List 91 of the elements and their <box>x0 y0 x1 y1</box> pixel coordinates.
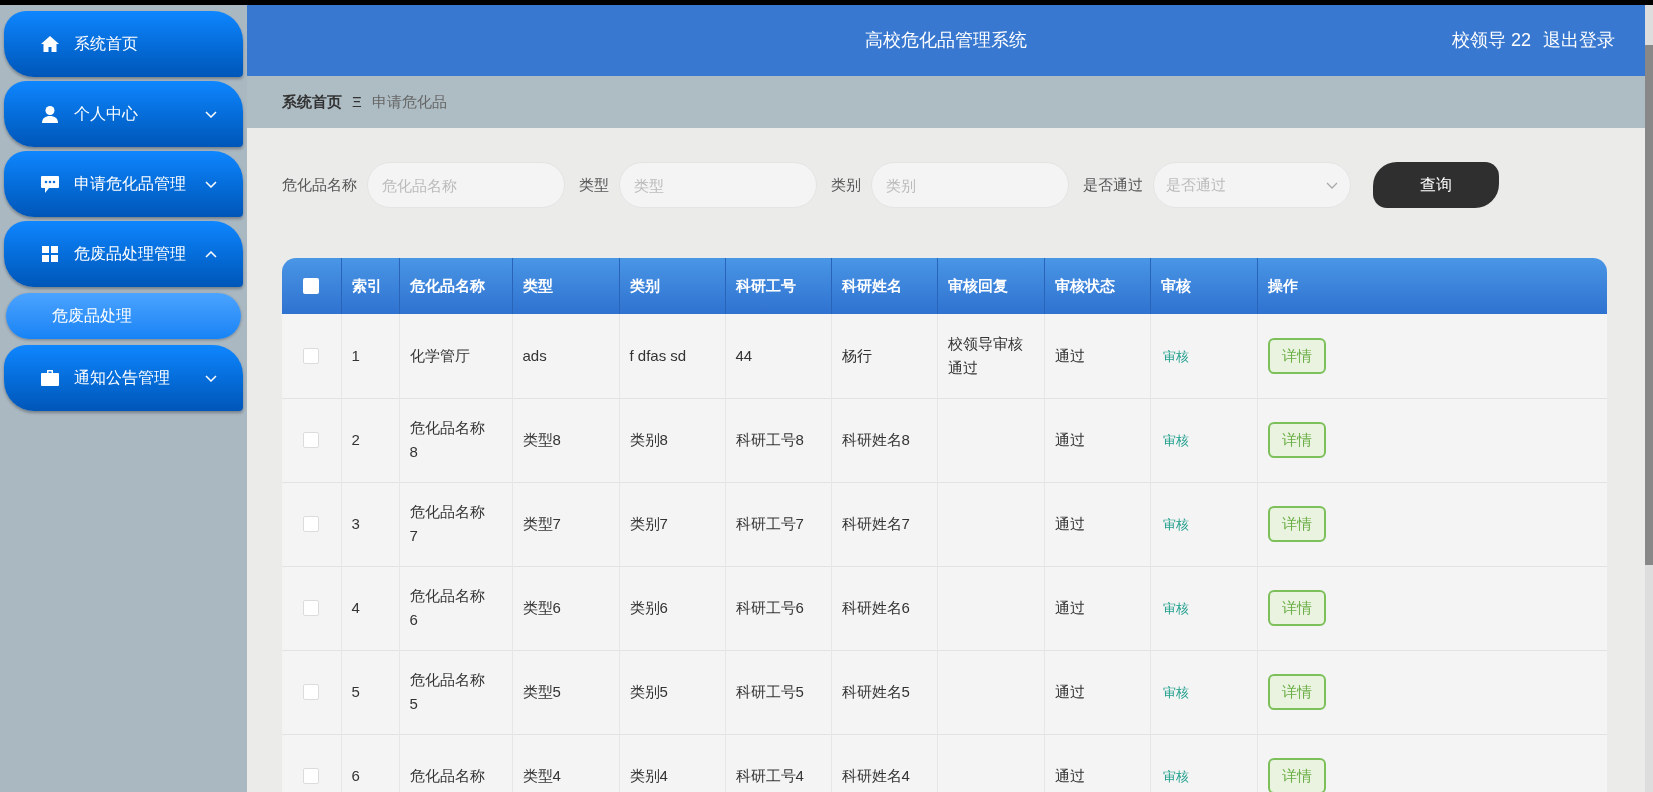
checkbox[interactable] <box>303 516 320 532</box>
table-cell: 类型4 <box>512 734 619 792</box>
details-button[interactable]: 详情 <box>1267 337 1326 374</box>
table-cell: 类型7 <box>512 482 619 566</box>
table-cell: 危化品名称8 <box>399 398 512 482</box>
review-link[interactable]: 审核 <box>1162 516 1189 532</box>
grid-icon <box>42 246 58 262</box>
table-cell: ads <box>512 314 619 398</box>
table-cell: 危化品名称7 <box>399 482 512 566</box>
table-cell: 类别8 <box>619 398 725 482</box>
checkbox[interactable] <box>303 278 320 294</box>
home-icon <box>41 36 59 52</box>
filter-label: 类别 <box>831 174 861 195</box>
filter-label: 是否通过 <box>1083 174 1143 195</box>
submenu-item[interactable]: 危废品处理 <box>6 293 241 339</box>
table-cell: 类别5 <box>619 650 725 734</box>
checkbox[interactable] <box>303 684 320 700</box>
table-cell: 校领导审核通过 <box>937 314 1044 398</box>
table-cell: 2 <box>341 398 399 482</box>
table-cell: 类型6 <box>512 566 619 650</box>
chat-icon <box>41 175 59 193</box>
table-cell: 通过 <box>1044 650 1150 734</box>
chevron-down-icon <box>205 110 217 118</box>
table-cell: f dfas sd <box>619 314 725 398</box>
checkbox[interactable] <box>303 432 320 448</box>
review-link[interactable]: 审核 <box>1162 432 1189 448</box>
table-cell: 类型8 <box>512 398 619 482</box>
app-title: 高校危化品管理系统 <box>865 29 1027 52</box>
table-cell: 类别4 <box>619 734 725 792</box>
table-cell: 5 <box>341 650 399 734</box>
table-cell: 4 <box>341 566 399 650</box>
table-cell: 通过 <box>1044 734 1150 792</box>
logout-link[interactable]: 退出登录 <box>1543 27 1615 54</box>
details-button[interactable]: 详情 <box>1267 422 1326 458</box>
table-cell: 通过 <box>1044 398 1150 482</box>
table-cell: 科研工号7 <box>725 482 831 566</box>
table-cell: 科研工号6 <box>725 566 831 650</box>
menu-item[interactable]: 个人中心 <box>4 81 243 147</box>
user-icon <box>42 105 58 123</box>
input-field[interactable]: 类别 <box>871 162 1069 208</box>
review-link[interactable]: 审核 <box>1162 684 1189 700</box>
table-cell: 科研工号4 <box>725 734 831 792</box>
user-name: 校领导 22 <box>1451 29 1531 52</box>
filter-label: 危化品名称 <box>282 174 357 195</box>
table-cell: 危化品名称5 <box>399 650 512 734</box>
table-cell: 科研姓名5 <box>831 650 937 734</box>
table-cell: 危化品名称 <box>399 734 512 792</box>
chevron-down-icon <box>205 180 217 188</box>
table-cell: 6 <box>341 734 399 792</box>
checkbox[interactable] <box>303 768 320 784</box>
details-button[interactable]: 详情 <box>1267 590 1326 626</box>
checkbox[interactable] <box>303 347 320 364</box>
table-cell: 通过 <box>1044 566 1150 650</box>
chevron-down-icon <box>1326 181 1338 189</box>
briefcase-icon <box>41 370 59 386</box>
table-cell: 通过 <box>1044 314 1150 398</box>
table-cell: 科研姓名8 <box>831 398 937 482</box>
chevron-up-icon <box>205 250 217 258</box>
table-cell: 化学管厅 <box>399 314 512 398</box>
menu-item[interactable]: 危废品处理管理 <box>4 221 243 287</box>
table-cell: 类别6 <box>619 566 725 650</box>
checkbox[interactable] <box>303 600 320 616</box>
details-button[interactable]: 详情 <box>1267 674 1326 710</box>
table-cell: 科研姓名7 <box>831 482 937 566</box>
breadcrumb-link[interactable]: 系统首页 <box>282 90 342 114</box>
table-cell: 科研姓名4 <box>831 734 937 792</box>
menu-item[interactable]: 通知公告管理 <box>4 345 243 411</box>
review-link[interactable]: 审核 <box>1162 348 1189 364</box>
table-cell: 类别7 <box>619 482 725 566</box>
menu-item[interactable]: 系统首页 <box>4 11 243 77</box>
table-cell: 科研姓名6 <box>831 566 937 650</box>
menu-item[interactable]: 申请危化品管理 <box>4 151 243 217</box>
scrollbar[interactable] <box>1645 5 1653 792</box>
chevron-down-icon <box>205 374 217 382</box>
table-cell: 杨行 <box>831 314 937 398</box>
breadcrumb-separator: Ξ <box>352 91 362 112</box>
table-cell: 44 <box>725 314 831 398</box>
table-cell: 类型5 <box>512 650 619 734</box>
table-cell: 科研工号5 <box>725 650 831 734</box>
table-cell: 1 <box>341 314 399 398</box>
table-cell: 3 <box>341 482 399 566</box>
table-cell: 通过 <box>1044 482 1150 566</box>
search-button[interactable]: 查询 <box>1373 162 1499 208</box>
breadcrumb-current: 申请危化品 <box>371 91 447 112</box>
details-button[interactable]: 详情 <box>1267 758 1326 792</box>
details-button[interactable]: 详情 <box>1267 506 1326 542</box>
review-link[interactable]: 审核 <box>1162 768 1189 784</box>
review-link[interactable]: 审核 <box>1162 600 1189 616</box>
table-cell: 危化品名称6 <box>399 566 512 650</box>
table-cell: 科研工号8 <box>725 398 831 482</box>
filter-label: 类型 <box>579 174 609 195</box>
